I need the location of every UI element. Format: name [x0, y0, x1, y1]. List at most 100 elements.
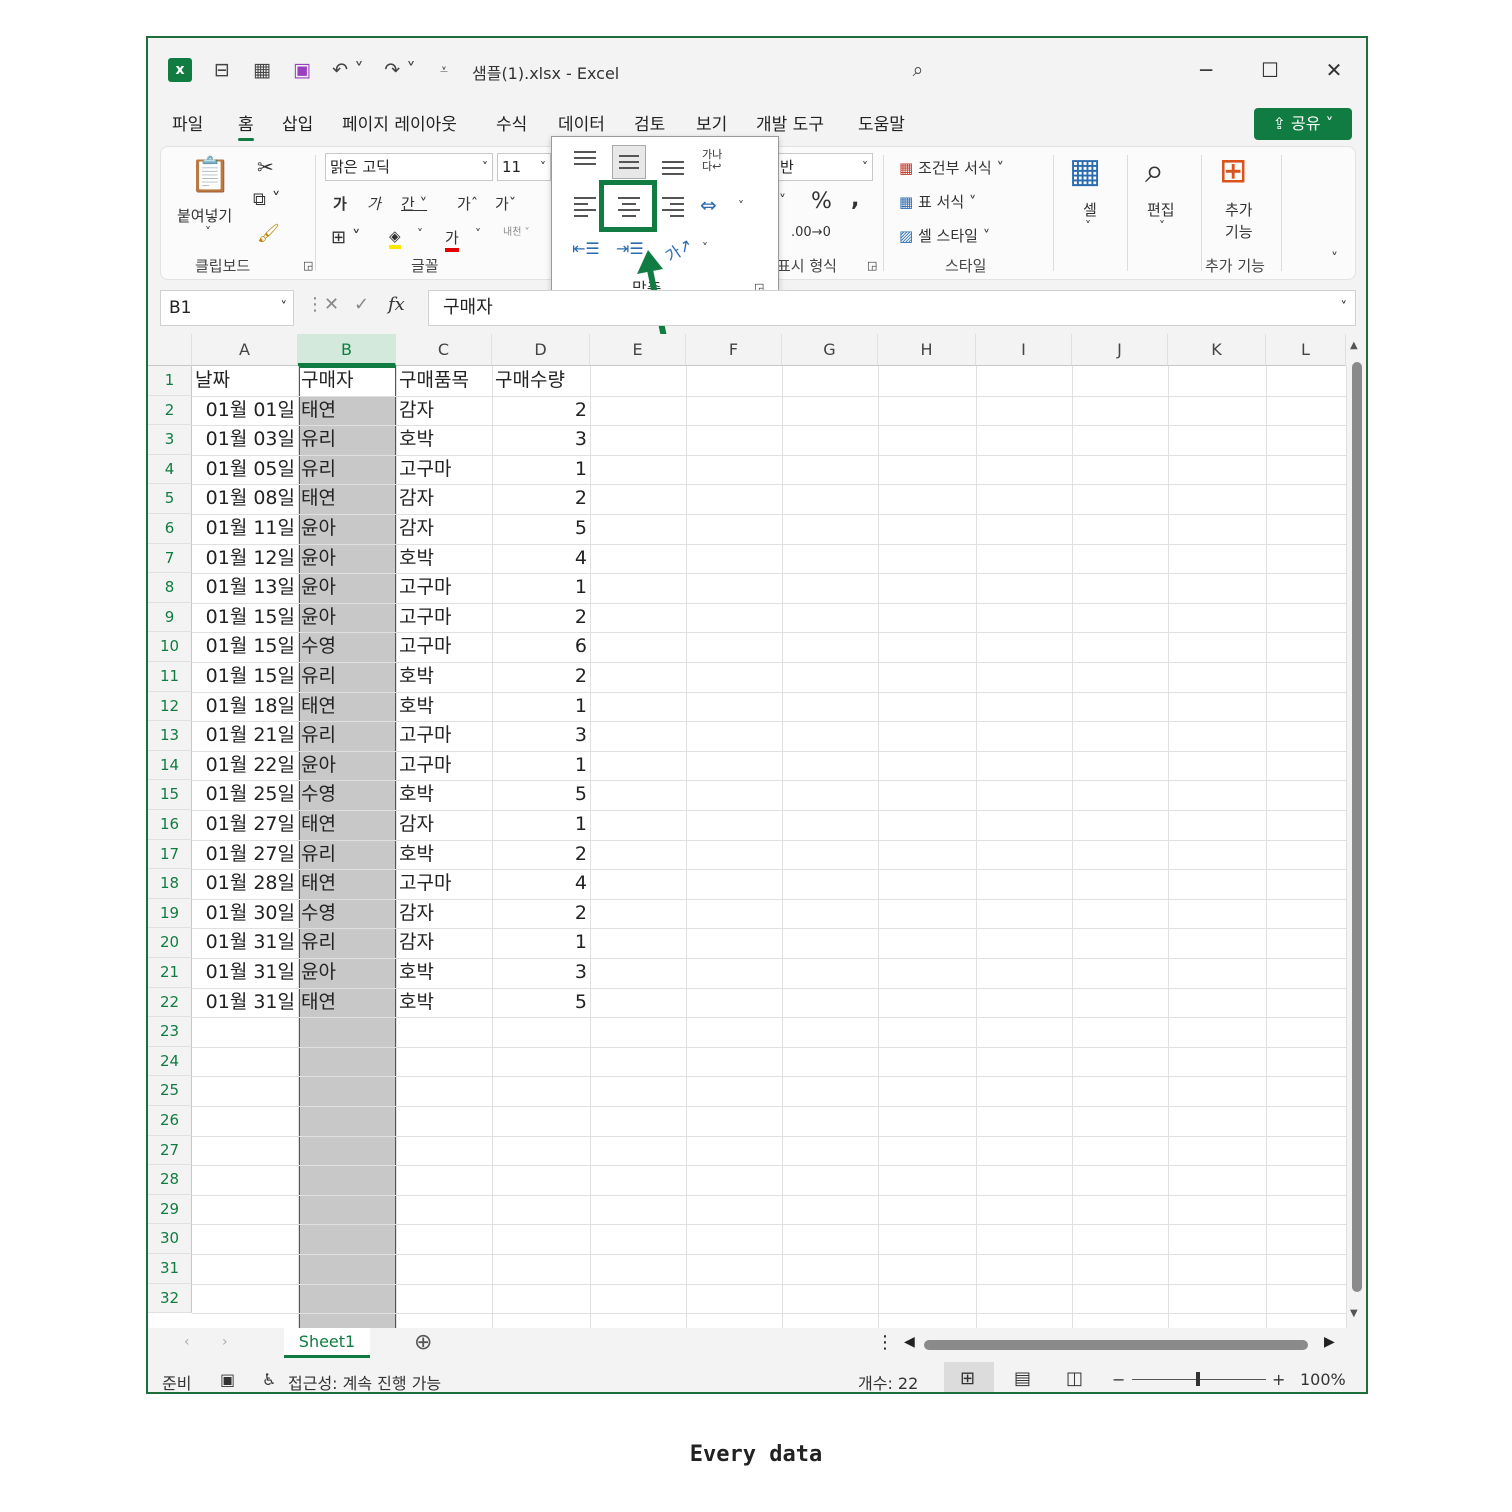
table-cell[interactable]: 1 — [492, 928, 590, 958]
accounting-dropdown-icon[interactable]: ˅ — [779, 193, 786, 209]
close-icon[interactable]: ✕ — [1314, 54, 1354, 86]
table-format-button[interactable]: ▦ 표 서식 ˅ — [899, 191, 976, 212]
table-cell[interactable]: 태연 — [298, 396, 396, 426]
comma-style-icon[interactable]: , — [851, 187, 859, 212]
row-header-19[interactable]: 19 — [148, 898, 192, 929]
font-size-select[interactable]: 11 ˅ — [497, 153, 551, 181]
table-cell[interactable]: 윤아 — [298, 751, 396, 781]
autosave-icon[interactable]: ⊟ — [210, 58, 234, 82]
zoom-in-icon[interactable]: + — [1272, 1370, 1285, 1389]
zoom-level[interactable]: 100% — [1300, 1370, 1346, 1389]
table-cell[interactable]: 01월 31일 — [192, 958, 298, 988]
increase-indent-icon[interactable]: ⇥☰ — [616, 239, 644, 258]
column-header-g[interactable]: G — [782, 334, 878, 366]
table-cell[interactable]: 감자 — [396, 484, 492, 514]
row-header-16[interactable]: 16 — [148, 810, 192, 840]
table-cell[interactable]: 01월 27일 — [192, 810, 298, 840]
tab-data[interactable]: 데이터 — [558, 110, 605, 135]
row-header-14[interactable]: 14 — [148, 750, 192, 781]
search-icon[interactable]: ⌕ — [1145, 151, 1164, 191]
save-icon[interactable]: ▣ — [290, 58, 314, 82]
percent-icon[interactable]: % — [811, 189, 832, 214]
number-launcher-icon[interactable]: ◲ — [867, 259, 877, 272]
vertical-scrollbar[interactable]: ▲ ▼ — [1346, 334, 1366, 1328]
tab-file[interactable]: 파일 — [172, 110, 203, 135]
table-cell[interactable]: 01월 13일 — [192, 573, 298, 603]
chevron-down-icon[interactable]: ˅ — [1085, 219, 1091, 233]
table-cell[interactable]: 호박 — [396, 840, 492, 870]
table-cell[interactable]: 01월 22일 — [192, 751, 298, 781]
table-cell[interactable]: 6 — [492, 632, 590, 662]
bottom-align-icon[interactable] — [656, 145, 690, 179]
more-icon[interactable]: ⋮ — [876, 1332, 894, 1353]
tab-home[interactable]: 홈 — [238, 110, 254, 141]
table-cell[interactable]: 2 — [492, 603, 590, 633]
table-cell[interactable]: 01월 15일 — [192, 603, 298, 633]
table-cell[interactable]: 호박 — [396, 662, 492, 692]
middle-align-icon[interactable] — [612, 145, 646, 179]
table-cell[interactable]: 태연 — [298, 988, 396, 1018]
table-cell[interactable]: 01월 08일 — [192, 484, 298, 514]
scroll-up-icon[interactable]: ▲ — [1350, 340, 1358, 351]
row-header-21[interactable]: 21 — [148, 958, 192, 988]
addins-icon[interactable]: ⊞ — [1219, 151, 1248, 191]
merge-center-icon[interactable]: ⇔ — [700, 193, 717, 217]
fill-color-icon[interactable]: ◈ — [389, 227, 401, 249]
header-cell[interactable]: 날짜 — [192, 366, 298, 396]
share-button[interactable]: ⇪ 공유 ˅ — [1254, 108, 1352, 140]
worksheet-grid[interactable]: ▲ ▼ A B C D E F G H I J K L 1 2 3 4 5 6 7 8 9 10 11 12 13 14 15 16 1… — [148, 334, 1366, 1328]
table-cell[interactable]: 윤아 — [298, 544, 396, 574]
scroll-down-icon[interactable]: ▼ — [1350, 1308, 1358, 1319]
table-cell[interactable]: 1 — [492, 751, 590, 781]
header-cell[interactable]: 구매품목 — [396, 366, 492, 396]
horizontal-scroll-thumb[interactable] — [924, 1340, 1308, 1350]
page-layout-icon[interactable]: ▤ — [1014, 1368, 1031, 1389]
table-cell[interactable]: 감자 — [396, 396, 492, 426]
name-box[interactable]: B1 ˅ — [160, 290, 294, 326]
table-cell[interactable]: 수영 — [298, 780, 396, 810]
format-painter-icon[interactable]: 🖌 — [257, 223, 280, 244]
scroll-left-icon[interactable]: ◀ — [904, 1334, 915, 1350]
table-cell[interactable]: 2 — [492, 484, 590, 514]
table-cell[interactable]: 5 — [492, 988, 590, 1018]
table-cell[interactable]: 고구마 — [396, 632, 492, 662]
increase-font-icon[interactable]: 가ˆ — [457, 193, 478, 214]
column-header-e[interactable]: E — [590, 334, 686, 366]
table-cell[interactable]: 윤아 — [298, 573, 396, 603]
table-cell[interactable]: 5 — [492, 780, 590, 810]
underline-icon[interactable]: 간 ˅ — [401, 193, 427, 214]
insert-function-icon[interactable]: fx — [388, 294, 405, 315]
add-sheet-icon[interactable]: ⊕ — [414, 1330, 432, 1355]
column-header-c[interactable]: C — [396, 334, 492, 366]
cells-label[interactable]: 셀 — [1083, 199, 1097, 220]
align-right-icon[interactable] — [656, 191, 690, 225]
table-cell[interactable]: 호박 — [396, 544, 492, 574]
table-cell[interactable]: 4 — [492, 544, 590, 574]
table-cell[interactable]: 윤아 — [298, 514, 396, 544]
prev-sheet-icon[interactable]: ‹ — [184, 1334, 190, 1350]
cell-style-button[interactable]: ▨ 셀 스타일 ˅ — [899, 225, 990, 246]
table-cell[interactable]: 호박 — [396, 425, 492, 455]
undo-icon[interactable]: ↶ ˅ — [328, 58, 368, 82]
row-header-27[interactable]: 27 — [148, 1135, 192, 1166]
redo-icon[interactable]: ↷ ˅ — [380, 58, 420, 82]
row-header-5[interactable]: 5 — [148, 484, 192, 514]
table-cell[interactable]: 5 — [492, 514, 590, 544]
more-icon[interactable]: ⋮ — [306, 294, 324, 315]
tab-insert[interactable]: 삽입 — [282, 110, 313, 135]
table-cell[interactable]: 01월 11일 — [192, 514, 298, 544]
row-header-1[interactable]: 1 — [148, 366, 192, 396]
scroll-thumb[interactable] — [1352, 362, 1362, 1292]
table-cell[interactable]: 1 — [492, 573, 590, 603]
table-cell[interactable]: 01월 27일 — [192, 840, 298, 870]
table-cell[interactable]: 고구마 — [396, 721, 492, 751]
table-cell[interactable]: 수영 — [298, 632, 396, 662]
table-cell[interactable]: 01월 18일 — [192, 692, 298, 722]
column-header-i[interactable]: I — [976, 334, 1072, 366]
table-cell[interactable]: 태연 — [298, 692, 396, 722]
cut-icon[interactable]: ✂ — [257, 155, 274, 179]
row-header-25[interactable]: 25 — [148, 1076, 192, 1106]
chevron-down-icon[interactable]: ˅ — [738, 199, 744, 213]
table-cell[interactable]: 2 — [492, 662, 590, 692]
tab-page-layout[interactable]: 페이지 레이아웃 — [342, 110, 457, 135]
